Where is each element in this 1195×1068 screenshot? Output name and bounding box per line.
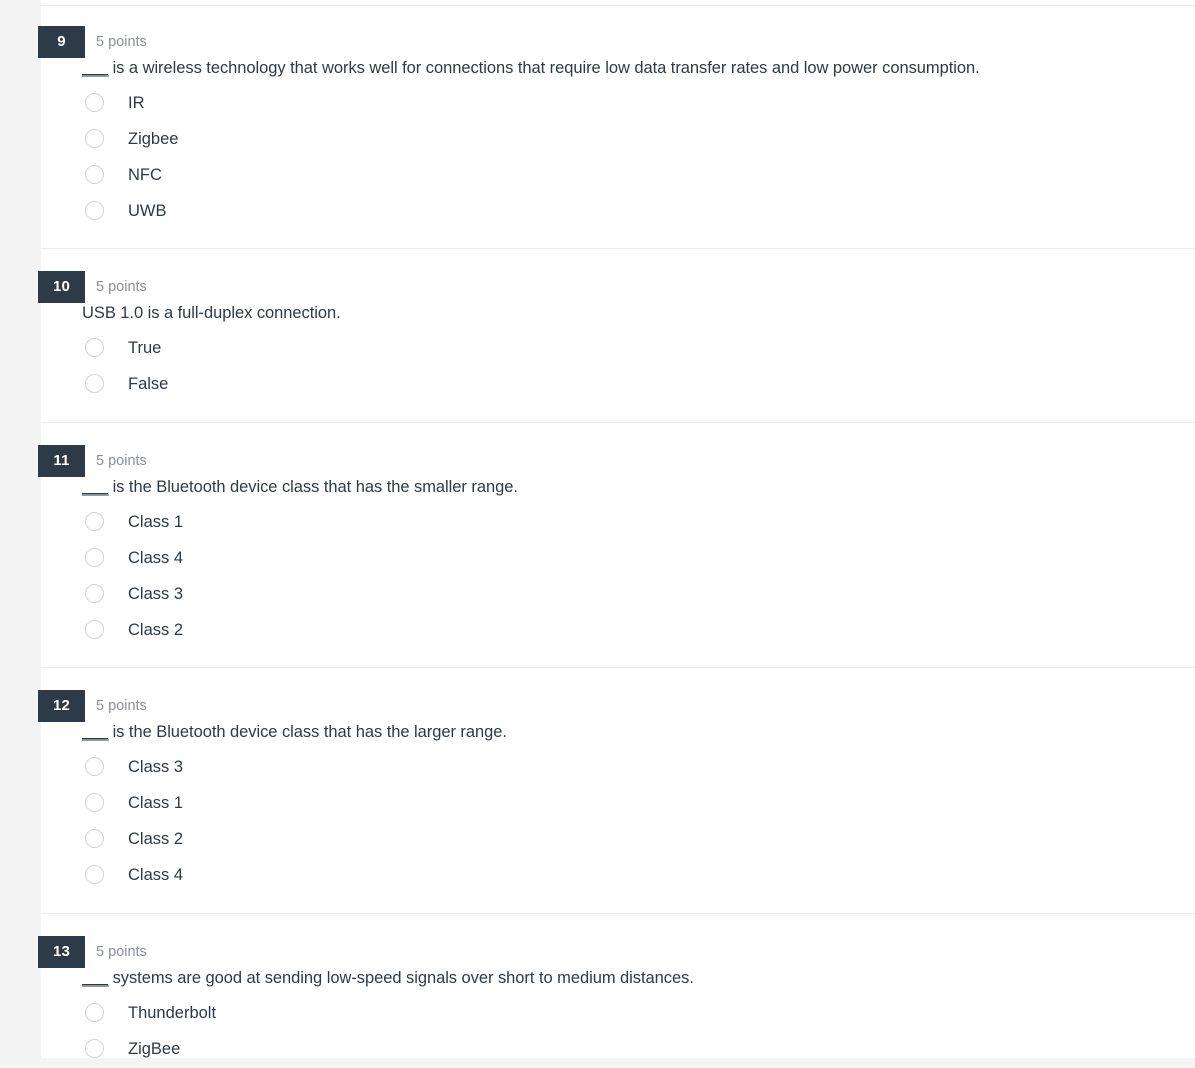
answer-option-label[interactable]: Class 4 <box>128 858 183 892</box>
question-statement: is the Bluetooth device class that has t… <box>108 478 518 496</box>
question-header: 13 5 points <box>0 936 1195 968</box>
radio-button-icon[interactable] <box>85 829 104 848</box>
question-points: 5 points <box>96 34 147 50</box>
question-number-badge: 9 <box>38 26 85 58</box>
radio-button-icon[interactable] <box>85 757 104 776</box>
question-block: 13 5 points ___ systems are good at sendin… <box>0 936 1195 1058</box>
question-statement: is a wireless technology that works well… <box>108 59 980 77</box>
answer-option-label[interactable]: Class 1 <box>128 505 183 539</box>
question-points: 5 points <box>96 453 147 469</box>
question-text: ___ is a wireless technology that works … <box>82 59 980 78</box>
answer-option-label[interactable]: Class 3 <box>128 577 183 611</box>
question-divider <box>41 422 1195 423</box>
answer-option-label[interactable]: Class 2 <box>128 822 183 856</box>
radio-button-icon[interactable] <box>85 793 104 812</box>
question-divider <box>41 248 1195 249</box>
radio-button-icon[interactable] <box>85 1039 104 1058</box>
question-block: 9 5 points ___ is a wireless technology th… <box>0 26 1195 220</box>
radio-button-icon[interactable] <box>85 165 104 184</box>
question-text: ___ is the Bluetooth device class that h… <box>82 723 507 742</box>
question-blank: ___ <box>82 59 109 77</box>
question-header: 10 5 points <box>0 271 1195 303</box>
question-blank: ___ <box>82 969 109 987</box>
answer-option-label[interactable]: UWB <box>128 194 167 228</box>
question-points: 5 points <box>96 279 147 295</box>
question-statement: USB 1.0 is a full-duplex connection. <box>82 304 341 322</box>
quiz-page: 9 5 points ___ is a wireless technology th… <box>0 0 1195 1058</box>
question-number-badge: 12 <box>38 690 85 722</box>
answer-option-label[interactable]: Class 4 <box>128 541 183 575</box>
question-header: 11 5 points <box>0 445 1195 477</box>
radio-button-icon[interactable] <box>85 201 104 220</box>
question-blank: ___ <box>82 478 109 496</box>
radio-button-icon[interactable] <box>85 548 104 567</box>
question-divider <box>41 5 1195 6</box>
answer-option-label[interactable]: Class 1 <box>128 786 183 820</box>
radio-button-icon[interactable] <box>85 620 104 639</box>
radio-button-icon[interactable] <box>85 93 104 112</box>
radio-button-icon[interactable] <box>85 129 104 148</box>
question-number-badge: 10 <box>38 271 85 303</box>
answer-option-label[interactable]: Zigbee <box>128 122 178 156</box>
question-number-badge: 11 <box>38 445 85 477</box>
answer-option-label[interactable]: ZigBee <box>128 1032 180 1066</box>
radio-button-icon[interactable] <box>85 338 104 357</box>
quiz-content-pane <box>41 0 1195 1058</box>
question-divider <box>41 913 1195 914</box>
question-block: 12 5 points ___ is the Bluetooth device cl… <box>0 690 1195 884</box>
radio-button-icon[interactable] <box>85 512 104 531</box>
question-text: USB 1.0 is a full-duplex connection. <box>82 304 341 323</box>
question-header: 12 5 points <box>0 690 1195 722</box>
radio-button-icon[interactable] <box>85 374 104 393</box>
answer-option-label[interactable]: Class 2 <box>128 613 183 647</box>
question-points: 5 points <box>96 944 147 960</box>
question-text: ___ systems are good at sending low-spee… <box>82 969 694 988</box>
answer-option-label[interactable]: True <box>128 331 161 365</box>
question-header: 9 5 points <box>0 26 1195 58</box>
question-number-badge: 13 <box>38 936 85 968</box>
radio-button-icon[interactable] <box>85 584 104 603</box>
question-points: 5 points <box>96 698 147 714</box>
question-divider <box>41 667 1195 668</box>
question-block: 10 5 points USB 1.0 is a full-duplex conne… <box>0 271 1195 393</box>
question-block: 11 5 points ___ is the Bluetooth device cl… <box>0 445 1195 639</box>
question-statement: is the Bluetooth device class that has t… <box>108 723 507 741</box>
answer-option-label[interactable]: NFC <box>128 158 162 192</box>
answer-option-label[interactable]: Class 3 <box>128 750 183 784</box>
radio-button-icon[interactable] <box>85 1003 104 1022</box>
radio-button-icon[interactable] <box>85 865 104 884</box>
question-text: ___ is the Bluetooth device class that h… <box>82 478 518 497</box>
question-statement: systems are good at sending low-speed si… <box>108 969 694 987</box>
answer-option-label[interactable]: False <box>128 367 168 401</box>
answer-option-label[interactable]: IR <box>128 86 145 120</box>
question-blank: ___ <box>82 723 109 741</box>
answer-option-label[interactable]: Thunderbolt <box>128 996 216 1030</box>
